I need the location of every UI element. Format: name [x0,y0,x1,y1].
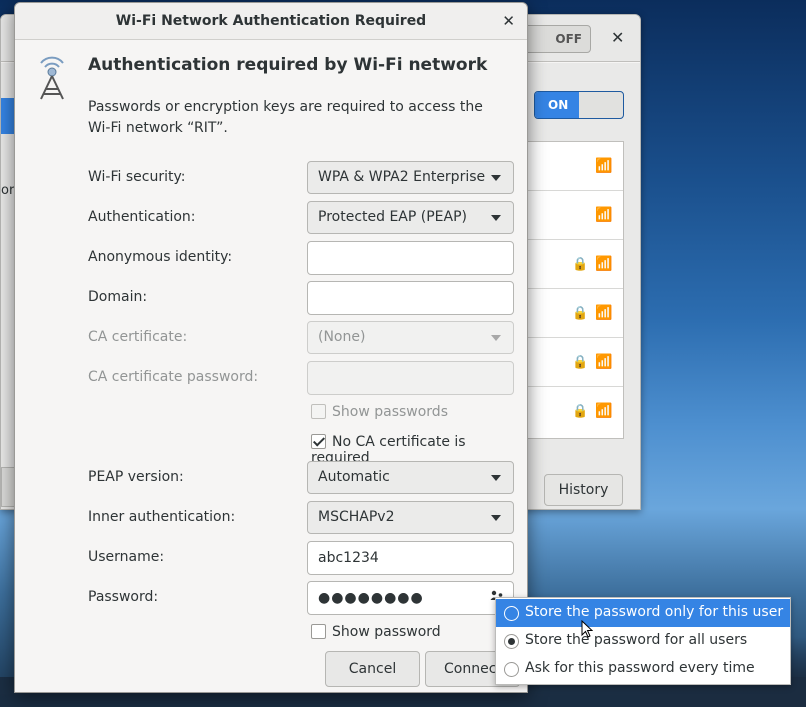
checkbox-box [311,404,326,419]
peap-version-combo[interactable]: Automatic [307,461,514,494]
mouse-cursor-icon [581,620,593,638]
password-input[interactable]: ●●●●●●●● [307,581,514,615]
off-label: OFF [555,32,582,46]
network-row[interactable]: 🔒 📶 [522,240,623,289]
dialog-heading: Authentication required by Wi-Fi network [88,55,488,75]
menu-item-label: Store the password only for this user [525,604,784,620]
ca-certificate-label: CA certificate: [88,329,188,345]
lock-icon: 🔒 [572,404,589,419]
chevron-down-icon [491,335,501,341]
show-password-checkbox[interactable]: Show password [311,624,441,640]
dialog-close-icon[interactable]: ✕ [502,12,515,30]
username-label: Username: [88,549,165,565]
dialog-title: Wi-Fi Network Authentication Required [115,13,427,29]
password-label: Password: [88,589,159,605]
radio-icon [504,662,519,677]
inner-authentication-value: MSCHAPv2 [318,509,395,525]
inner-authentication-label: Inner authentication: [88,509,236,525]
menu-item-ask-every-time[interactable]: Ask for this password every time [496,655,790,683]
password-storage-menu: Store the password only for this user St… [495,597,791,685]
radio-selected-icon [504,634,519,649]
menu-item-label: Ask for this password every time [525,660,755,676]
wireless-tower-icon [40,56,64,100]
history-button[interactable]: History [544,474,623,506]
checkbox-checked-box [311,434,326,449]
authentication-combo[interactable]: Protected EAP (PEAP) [307,201,514,234]
menu-item-store-this-user[interactable]: Store the password only for this user [496,599,790,627]
ca-certificate-password-input[interactable] [307,361,514,395]
dialog-titlebar: Wi-Fi Network Authentication Required ✕ [15,3,527,40]
lock-icon: 🔒 [572,355,589,370]
wifi-signal-icon: 📶 [595,305,613,321]
wifi-security-value: WPA & WPA2 Enterprise [318,169,486,185]
chevron-down-icon [491,175,501,181]
airplane-off-switch[interactable]: OFF [521,25,591,53]
dialog-description: Passwords or encryption keys are require… [88,99,483,136]
menu-item-store-all-users[interactable]: Store the password for all users [496,627,790,655]
network-row[interactable]: 🔒 📶 [522,338,623,387]
password-value: ●●●●●●●● [318,590,424,606]
wifi-security-label: Wi-Fi security: [88,169,186,185]
network-row[interactable]: 🔒 📶 [522,289,623,338]
show-password-label: Show password [332,624,441,640]
username-input[interactable]: abc1234 [307,541,514,575]
authentication-label: Authentication: [88,209,196,225]
wifi-on-switch[interactable]: ON [534,91,624,119]
checkbox-box [311,624,326,639]
inner-authentication-combo[interactable]: MSCHAPv2 [307,501,514,534]
background-bottom-button[interactable] [1,467,15,507]
lock-icon: 🔒 [572,257,589,272]
wifi-signal-icon: 📶 [595,403,613,419]
wifi-auth-dialog: Wi-Fi Network Authentication Required ✕ … [14,2,528,693]
anonymous-identity-input[interactable] [307,241,514,275]
network-row[interactable]: 🔒 📶 [522,387,623,436]
wifi-signal-icon: 📶 [595,256,613,272]
authentication-value: Protected EAP (PEAP) [318,209,467,225]
domain-input[interactable] [307,281,514,315]
chevron-down-icon [491,515,501,521]
lock-icon: 🔒 [572,306,589,321]
chevron-down-icon [491,215,501,221]
ca-certificate-password-label: CA certificate password: [88,369,259,385]
on-label: ON [535,92,579,118]
peap-version-label: PEAP version: [88,469,184,485]
wifi-signal-icon: 📶 [595,354,613,370]
show-passwords-checkbox[interactable]: Show passwords [311,404,448,420]
sidebar-selected-item[interactable] [1,98,15,134]
network-row[interactable]: 📶 [522,191,623,240]
ca-certificate-combo[interactable]: (None) [307,321,514,354]
wifi-security-combo[interactable]: WPA & WPA2 Enterprise [307,161,514,194]
radio-icon [504,606,519,621]
network-list: 📶 📶 🔒 📶 🔒 📶 🔒 📶 🔒 📶 [521,141,624,439]
chevron-down-icon [491,475,501,481]
peap-version-value: Automatic [318,469,390,485]
wifi-signal-icon: 📶 [595,207,613,223]
ca-certificate-value: (None) [318,329,366,345]
wifi-signal-icon: 📶 [595,158,613,174]
background-close-icon[interactable]: ✕ [611,28,624,47]
show-passwords-label: Show passwords [332,404,448,420]
cancel-button[interactable]: Cancel [325,651,420,687]
domain-label: Domain: [88,289,148,305]
network-row[interactable]: 📶 [522,142,623,191]
anonymous-identity-label: Anonymous identity: [88,249,233,265]
menu-item-label: Store the password for all users [525,632,748,648]
